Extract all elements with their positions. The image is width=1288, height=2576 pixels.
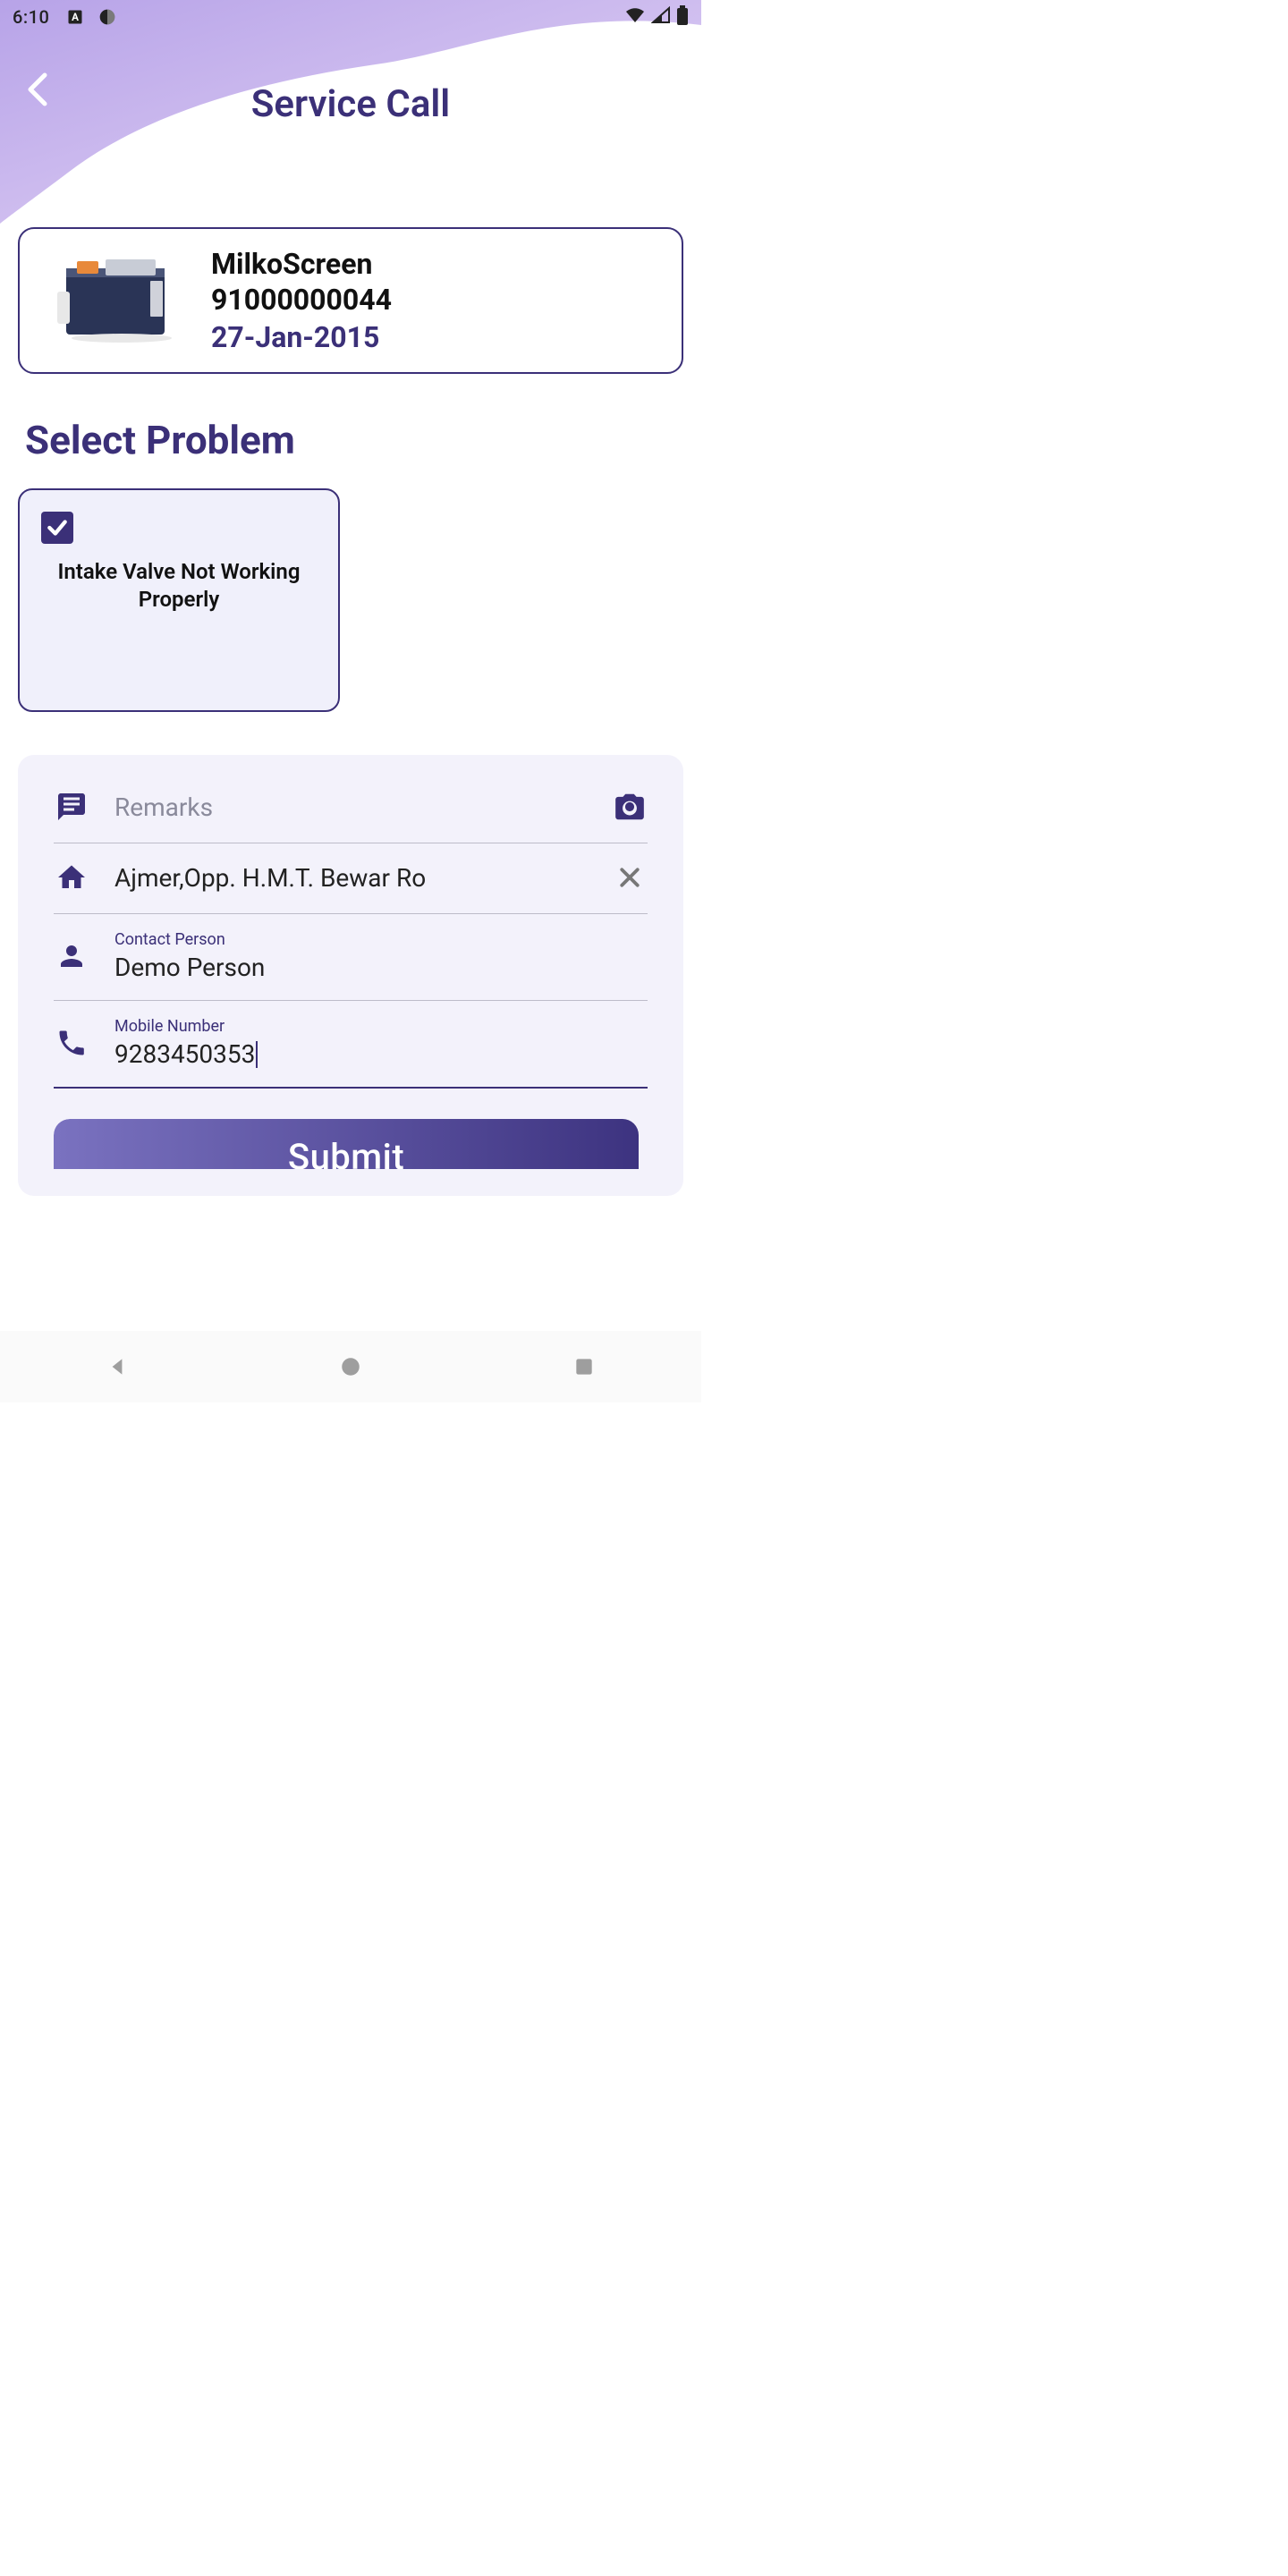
check-icon bbox=[46, 516, 69, 539]
device-card: MilkoScreen 91000000044 27-Jan-2015 bbox=[18, 227, 683, 374]
address-input[interactable] bbox=[114, 863, 587, 893]
mobile-label: Mobile Number bbox=[114, 1017, 648, 1036]
contact-row: Contact Person bbox=[54, 914, 648, 1001]
camera-button[interactable] bbox=[612, 789, 648, 825]
signal-icon bbox=[651, 6, 671, 28]
submit-label: Submit bbox=[288, 1136, 404, 1170]
home-icon bbox=[54, 860, 89, 895]
nav-home[interactable] bbox=[333, 1349, 369, 1385]
battery-icon bbox=[676, 5, 689, 29]
device-date: 27-Jan-2015 bbox=[211, 320, 660, 354]
page-title: Service Call bbox=[0, 82, 701, 126]
svg-text:A: A bbox=[72, 11, 79, 23]
mobile-row: Mobile Number 9283450353 bbox=[54, 1001, 648, 1089]
android-nav-bar bbox=[0, 1331, 701, 1402]
phone-icon bbox=[54, 1025, 89, 1061]
person-icon bbox=[54, 938, 89, 974]
device-name: MilkoScreen bbox=[211, 247, 660, 281]
app-notification-icon bbox=[97, 7, 117, 27]
contact-label: Contact Person bbox=[114, 930, 648, 949]
device-serial: 91000000044 bbox=[211, 283, 660, 317]
section-heading: Select Problem bbox=[25, 417, 683, 463]
mobile-input[interactable]: 9283450353 bbox=[114, 1039, 255, 1069]
problem-text: Intake Valve Not Working Properly bbox=[41, 558, 317, 614]
remarks-input[interactable] bbox=[114, 792, 587, 822]
address-row bbox=[54, 843, 648, 914]
nav-recent[interactable] bbox=[566, 1349, 602, 1385]
status-bar: 6:10 A bbox=[0, 0, 701, 34]
problem-checkbox[interactable] bbox=[41, 512, 73, 544]
camera-icon bbox=[613, 790, 647, 824]
clear-address-button[interactable] bbox=[612, 860, 648, 895]
remarks-row bbox=[54, 785, 648, 843]
form-card: Contact Person Mobile Number 9283450353 bbox=[18, 755, 683, 1196]
text-cursor bbox=[256, 1041, 258, 1068]
close-icon bbox=[616, 864, 643, 891]
nav-back[interactable] bbox=[99, 1349, 135, 1385]
contact-input[interactable] bbox=[114, 953, 648, 982]
wifi-icon bbox=[624, 6, 646, 28]
status-time: 6:10 bbox=[13, 6, 49, 28]
remarks-icon bbox=[54, 789, 89, 825]
problem-card[interactable]: Intake Valve Not Working Properly bbox=[18, 488, 340, 712]
device-image bbox=[41, 251, 184, 350]
keyboard-app-icon: A bbox=[65, 7, 85, 27]
submit-button[interactable]: Submit bbox=[54, 1119, 639, 1169]
